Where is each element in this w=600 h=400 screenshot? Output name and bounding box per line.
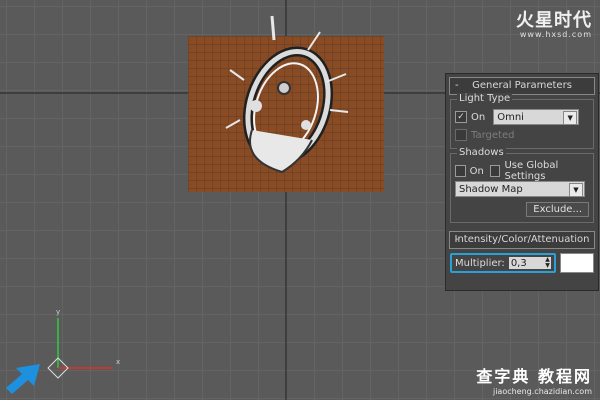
x-axis-label: x xyxy=(116,358,120,366)
logo-url: www.hxsd.com xyxy=(519,30,592,39)
multiplier-row: Multiplier: 0,3 ▲ ▼ xyxy=(450,253,594,273)
intensity-rollout[interactable]: - Intensity/Color/Attenuation xyxy=(449,231,595,249)
y-axis-label: y xyxy=(56,308,60,316)
light-on-label: On xyxy=(471,111,486,123)
light-type-title: Light Type xyxy=(457,93,513,104)
logo-text: 火星时代 xyxy=(516,10,592,31)
shadows-on-label: On xyxy=(469,165,484,177)
dropdown-arrow-icon[interactable]: ▼ xyxy=(569,183,583,197)
targeted-checkbox xyxy=(455,129,467,141)
global-settings-label: Use Global Settings xyxy=(504,160,559,182)
multiplier-value: 0,3 xyxy=(510,257,527,269)
shadow-type-dropdown[interactable]: Shadow Map ▼ xyxy=(455,181,585,197)
targeted-label: Targeted xyxy=(471,129,515,141)
watermark-text: 查字典 教程网 xyxy=(476,367,592,386)
milk-splash-ring[interactable] xyxy=(222,10,372,180)
dropdown-arrow-icon[interactable]: ▼ xyxy=(563,111,578,125)
axis-gizmo-icon: y x xyxy=(47,308,120,379)
checkbox-check-icon: ✓ xyxy=(457,112,465,122)
shadows-group: Shadows On Use Global Settings Shadow Ma… xyxy=(450,147,594,223)
site-logo: 火星时代 www.hxsd.com xyxy=(516,6,592,39)
exclude-button[interactable]: Exclude... xyxy=(526,201,589,217)
spinner-arrows-icon[interactable]: ▲ ▼ xyxy=(545,257,550,269)
shadow-type-value: Shadow Map xyxy=(459,183,523,195)
light-type-group: Light Type ✓ On Omni ▼ Targeted xyxy=(450,93,594,149)
light-properties-panel: - General Parameters Light Type ✓ On Omn… xyxy=(445,73,599,291)
multiplier-label: Multiplier: xyxy=(455,257,505,269)
light-on-checkbox[interactable]: ✓ xyxy=(455,111,467,123)
watermark: 查字典 教程网 jiaocheng.chazidian.com xyxy=(476,363,592,396)
shadows-on-checkbox[interactable] xyxy=(455,165,466,177)
general-parameters-title: General Parameters xyxy=(472,80,572,91)
multiplier-spinner[interactable]: 0,3 ▲ ▼ xyxy=(508,257,551,269)
pointer-arrow-icon xyxy=(6,364,40,394)
multiplier-highlight: Multiplier: 0,3 ▲ ▼ xyxy=(450,253,556,273)
light-type-value: Omni xyxy=(497,111,524,123)
shadows-title: Shadows xyxy=(457,147,506,158)
light-color-swatch[interactable] xyxy=(559,253,594,273)
watermark-url: jiaocheng.chazidian.com xyxy=(492,387,592,396)
rollout-minus-icon[interactable]: - xyxy=(455,232,459,248)
global-settings-checkbox[interactable] xyxy=(489,165,501,177)
light-type-dropdown[interactable]: Omni ▼ xyxy=(493,109,580,125)
intensity-rollout-title: Intensity/Color/Attenuation xyxy=(454,234,590,245)
rollout-minus-icon[interactable]: - xyxy=(455,78,459,94)
